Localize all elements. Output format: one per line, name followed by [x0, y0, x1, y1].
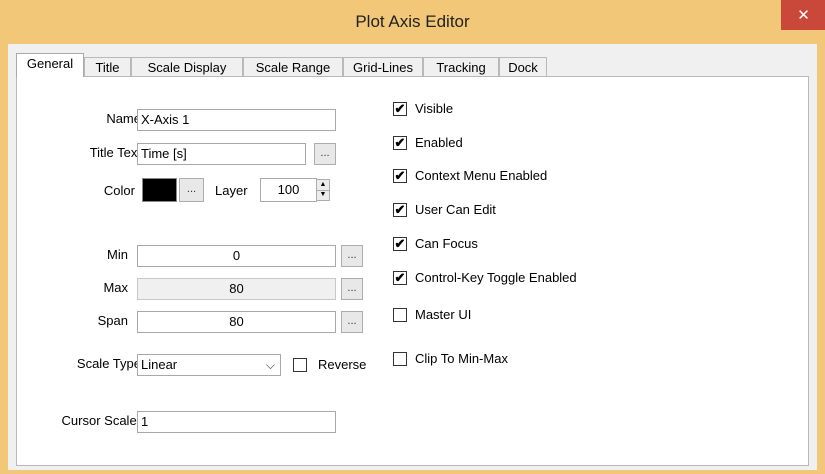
window-title: Plot Axis Editor	[355, 12, 470, 31]
tab-dock[interactable]: Dock	[499, 57, 547, 76]
close-icon: ✕	[797, 7, 810, 24]
visible-label: Visible	[415, 101, 454, 116]
layer-label: Layer	[215, 183, 248, 198]
name-input[interactable]: X-Axis 1	[137, 109, 336, 131]
title-text-browse-button[interactable]: ...	[314, 143, 336, 165]
dialog-client: General Title Scale Display Scale Range …	[8, 44, 817, 470]
cursor-scaler-label: Cursor Scaler	[61, 413, 141, 428]
max-label: Max	[103, 280, 128, 295]
min-input[interactable]: 0	[137, 245, 336, 267]
enabled-checkbox[interactable]: ✔	[393, 136, 407, 150]
tab-scale-range[interactable]: Scale Range	[243, 57, 343, 76]
visible-checkbox[interactable]: ✔	[393, 102, 407, 116]
layer-input[interactable]: 100	[260, 178, 317, 202]
control-key-toggle-enabled-checkbox[interactable]: ✔	[393, 271, 407, 285]
tab-title[interactable]: Title	[84, 57, 131, 76]
tab-grid-lines[interactable]: Grid-Lines	[343, 57, 423, 76]
checkmark-icon: ✔	[394, 135, 406, 150]
color-label: Color	[103, 183, 135, 198]
close-button[interactable]: ✕	[781, 0, 825, 30]
checkmark-icon: ✔	[394, 202, 406, 217]
scale-type-value: Linear	[141, 357, 178, 372]
spin-down-icon[interactable]: ▼	[317, 190, 329, 200]
max-browse-button[interactable]: ...	[341, 278, 363, 300]
tab-scale-display[interactable]: Scale Display	[131, 57, 243, 76]
span-input[interactable]: 80	[137, 311, 336, 333]
checkmark-icon: ✔	[394, 236, 406, 251]
checkmark-icon: ✔	[394, 168, 406, 183]
reverse-checkbox[interactable]	[293, 358, 307, 372]
tab-tracking[interactable]: Tracking	[423, 57, 499, 76]
user-can-edit-label: User Can Edit	[415, 202, 496, 217]
color-swatch[interactable]	[142, 178, 177, 202]
can-focus-label: Can Focus	[415, 236, 478, 251]
chevron-down-icon: ⌵	[265, 358, 275, 372]
enabled-label: Enabled	[415, 135, 463, 150]
min-label: Min	[107, 247, 128, 262]
name-label: Name	[106, 111, 141, 126]
layer-spinner[interactable]: ▲ ▼	[316, 179, 330, 201]
span-label: Span	[97, 313, 128, 328]
clip-to-min-max-label: Clip To Min-Max	[415, 351, 508, 366]
scale-type-select[interactable]: Linear ⌵	[137, 354, 281, 376]
context-menu-enabled-checkbox[interactable]: ✔	[393, 169, 407, 183]
max-input: 80	[137, 278, 336, 300]
color-picker-button[interactable]: ...	[179, 178, 204, 202]
min-browse-button[interactable]: ...	[341, 245, 363, 267]
can-focus-checkbox[interactable]: ✔	[393, 237, 407, 251]
clip-to-min-max-checkbox[interactable]	[393, 352, 407, 366]
title-text-input[interactable]: Time [s]	[137, 143, 306, 165]
title-bar: Plot Axis Editor ✕	[0, 0, 825, 44]
master-ui-checkbox[interactable]	[393, 308, 407, 322]
cursor-scaler-input[interactable]: 1	[137, 411, 336, 433]
control-key-toggle-enabled-label: Control-Key Toggle Enabled	[415, 270, 577, 285]
context-menu-enabled-label: Context Menu Enabled	[415, 168, 548, 183]
plot-axis-editor-window: Plot Axis Editor ✕ General Title Scale D…	[0, 0, 825, 474]
tab-general[interactable]: General	[16, 53, 84, 77]
general-panel: Name X-Axis 1 Title Text Time [s] ... Co…	[16, 76, 809, 466]
user-can-edit-checkbox[interactable]: ✔	[393, 203, 407, 217]
checkmark-icon: ✔	[394, 270, 406, 285]
master-ui-label: Master UI	[415, 307, 472, 322]
span-browse-button[interactable]: ...	[341, 311, 363, 333]
reverse-label: Reverse	[318, 357, 367, 372]
checkmark-icon: ✔	[394, 101, 406, 116]
scale-type-label: Scale Type	[76, 356, 141, 371]
title-text-label: Title Text	[89, 145, 141, 160]
